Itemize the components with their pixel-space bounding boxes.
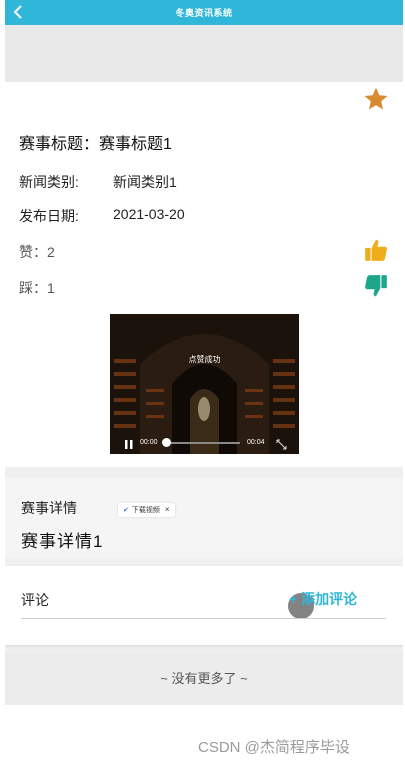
event-card: 赛事标题：赛事标题1 新闻类别: 新闻类别1 发布日期: 2021-03-20 … (5, 82, 403, 467)
video-player[interactable]: 点赞成功 00:00 00:04 (110, 314, 299, 454)
page-title: 冬奥资讯系统 (175, 8, 233, 18)
thumbs-up-icon[interactable] (363, 237, 389, 263)
event-title-value: 赛事标题1 (99, 136, 172, 153)
comment-label: 评论 (21, 592, 49, 608)
category-value: 新闻类别1 (113, 174, 177, 190)
no-more-text: ~ 没有更多了 ~ (5, 653, 403, 705)
date-row: 发布日期: 2021-03-20 (19, 206, 379, 226)
thumbs-down-icon[interactable] (363, 273, 389, 299)
detail-section: 赛事详情 ✔ 下载视频 × 赛事详情1 (5, 478, 403, 558)
category-row: 新闻类别: 新闻类别1 (19, 172, 379, 192)
pause-icon[interactable] (124, 437, 134, 449)
watermark: CSDN @杰简程序毕设 (198, 739, 350, 756)
add-comment-button[interactable]: + 添加评论 (289, 589, 357, 609)
like-row: 赞：2 (19, 242, 55, 262)
video-controls: 00:00 00:04 (110, 432, 299, 454)
fullscreen-icon[interactable] (276, 437, 287, 450)
detail-body: 赛事详情1 (21, 532, 104, 551)
divider (21, 618, 386, 619)
download-video-pill[interactable]: ✔ 下载视频 × (118, 503, 175, 517)
nav-bar: 冬奥资讯系统 (5, 0, 403, 25)
like-label: 赞： (19, 244, 47, 260)
like-count: 2 (47, 244, 55, 260)
date-label: 发布日期: (19, 208, 79, 224)
app-frame: 冬奥资讯系统 赛事标题：赛事标题1 新闻类别: 新闻类别1 发布日期: 2021… (5, 0, 403, 760)
event-title-label: 赛事标题： (19, 136, 100, 153)
detail-label: 赛事详情 (21, 500, 77, 516)
bird-icon: ✔ (123, 507, 129, 514)
dislike-count: 1 (47, 280, 55, 296)
star-icon[interactable] (363, 86, 389, 112)
category-label: 新闻类别: (19, 174, 79, 190)
dislike-row: 踩：1 (19, 278, 55, 298)
date-value: 2021-03-20 (113, 206, 185, 222)
download-video-label: 下载视频 (131, 507, 160, 514)
duration: 00:04 (247, 439, 265, 446)
header-spacer (5, 25, 403, 82)
progress-track[interactable] (165, 442, 240, 444)
comment-section: 评论 + 添加评论 (5, 566, 403, 645)
toast-message: 点赞成功 (188, 355, 221, 364)
dislike-label: 踩： (19, 280, 47, 296)
event-title-row: 赛事标题：赛事标题1 (19, 130, 172, 154)
current-time: 00:00 (140, 439, 158, 446)
close-icon[interactable]: × (165, 505, 170, 514)
progress-knob[interactable] (162, 438, 171, 447)
